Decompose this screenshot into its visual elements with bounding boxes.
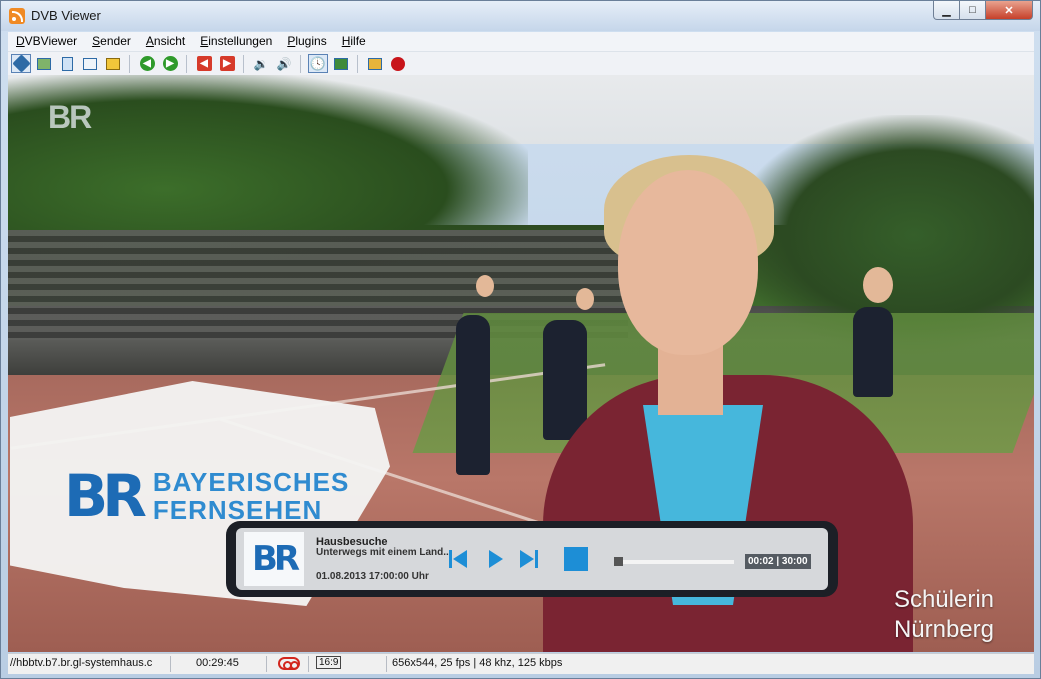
tv-icon [11,54,31,73]
timeshift-button[interactable]: 🕓 [308,54,328,73]
menu-hilfe[interactable]: Hilfe [334,32,373,51]
menu-plugins[interactable]: Plugins [279,32,333,51]
subtitles-icon[interactable] [278,657,300,670]
tools-button[interactable] [365,54,385,73]
arrow-right-icon: ▶ [162,56,178,71]
picture-icon [37,57,51,70]
app-window: DVB Viewer ▁ □ ✕ DVBViewer Sender Ansich… [0,0,1041,679]
tools-icon [368,57,382,70]
status-url: //hbbtv.b7.br.gl-systemhaus.c [10,657,153,669]
toolbar-separator [243,54,244,73]
next-channel-icon: ▶ [219,56,235,71]
osd-program-subtitle: Unterwegs mit einem Land... [316,547,452,558]
status-aspect-ratio[interactable]: 16:9 [316,656,342,669]
minimize-button[interactable]: ▁ [933,1,960,20]
toolbar-separator [129,54,130,73]
video-person [618,170,758,355]
video-runner [476,275,494,297]
next-channel-button[interactable]: ▶ [217,54,237,73]
prev-channel-icon: ◀ [196,56,212,71]
toolbar-separator [300,54,301,73]
osd-time: 00:02 | 30:00 [745,554,811,569]
logo-line-1: BAYERISCHES [152,467,350,497]
toolbar: ◀ ▶ ◀ ▶ 🔉 🔊 🕓 [8,52,1034,75]
window-icon [61,56,73,71]
window-title: DVB Viewer [31,8,101,23]
video-runner [456,315,490,475]
tv-mode-button[interactable] [11,54,31,73]
volume-up-button[interactable]: 🔊 [274,54,294,73]
osd-progress-knob[interactable] [614,557,624,566]
video-caption: Schülerin Nürnberg [894,585,994,645]
br-logo-wordmark: BAYERISCHES FERNSEHEN [153,468,349,524]
video-runner [863,267,893,303]
window-button[interactable] [57,54,77,73]
menu-einstellungen[interactable]: Einstellungen [192,32,279,51]
status-bar: //hbbtv.b7.br.gl-systemhaus.c 00:29:45 1… [8,653,1034,674]
forward-button[interactable]: ▶ [160,54,180,73]
osd-channel-logo: BR [244,532,304,586]
osd-logo-text: BR [251,539,300,579]
close-button[interactable]: ✕ [985,1,1033,20]
arrow-left-icon: ◀ [139,56,155,71]
osd-player: BR Hausbesuche Unterwegs mit einem Land.… [226,521,838,597]
osd-panel: BR Hausbesuche Unterwegs mit einem Land.… [236,528,828,590]
status-divider [170,656,171,672]
status-time: 00:29:45 [196,657,239,669]
menu-dvbviewer[interactable]: DVBViewer [8,32,84,51]
clock-icon: 🕓 [309,55,327,71]
speaker-low-icon: 🔉 [253,56,269,71]
prev-channel-button[interactable]: ◀ [194,54,214,73]
record-icon [391,56,405,71]
teletext-icon [83,57,97,70]
picture-button[interactable] [34,54,54,73]
menu-ansicht[interactable]: Ansicht [138,32,192,51]
epg-button[interactable] [103,54,123,73]
video-runner [576,288,594,310]
skip-back-icon[interactable] [447,548,469,570]
status-divider [386,656,387,672]
back-button[interactable]: ◀ [137,54,157,73]
recorder-button[interactable] [331,54,351,73]
maximize-button[interactable]: □ [959,1,986,20]
menu-bar: DVBViewer Sender Ansicht Einstellungen P… [8,32,1034,52]
status-divider [308,656,309,672]
teletext-button[interactable] [80,54,100,73]
volume-down-button[interactable]: 🔉 [251,54,271,73]
logo-line-2: FERNSEHEN [152,495,323,525]
stop-icon[interactable] [563,546,589,572]
toolbar-separator [357,54,358,73]
channel-bug-logo: BR [48,99,92,135]
video-runner [543,320,587,440]
menu-sender[interactable]: Sender [84,32,138,51]
osd-progress-bar[interactable] [614,557,734,566]
speaker-high-icon: 🔊 [276,56,292,71]
status-stream-info: 656x544, 25 fps | 48 khz, 125 kbps [392,657,563,669]
video-area[interactable]: BR BR BAYERISCHES FERNSEHEN Schülerin Nü… [8,75,1034,652]
bayerisches-fernsehen-logo: BR BAYERISCHES FERNSEHEN [64,462,349,530]
toolbar-separator [186,54,187,73]
record-button[interactable] [388,54,408,73]
skip-forward-icon[interactable] [518,548,540,570]
br-logo-mark: BR [64,462,147,530]
title-bar[interactable]: DVB Viewer ▁ □ ✕ [1,1,1040,31]
rss-app-icon [9,8,25,24]
caption-line-1: Schülerin [893,586,994,613]
status-divider [266,656,267,672]
caption-line-2: Nürnberg [893,616,994,643]
video-runner [853,307,893,397]
film-icon [334,57,348,70]
play-icon[interactable] [484,548,506,570]
osd-program-datetime: 01.08.2013 17:00:00 Uhr [316,571,429,582]
epg-icon [106,57,120,70]
